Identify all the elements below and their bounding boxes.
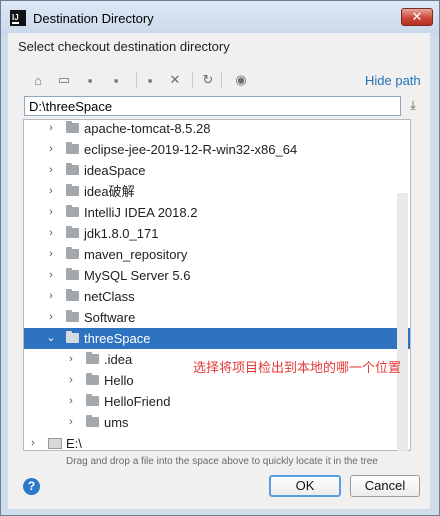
toolbar-separator: [136, 72, 137, 88]
tree-item-label: .idea: [104, 352, 133, 367]
module-icon[interactable]: ▪: [108, 72, 124, 88]
folder-icon: [86, 394, 99, 406]
tree-item-label: ums: [104, 415, 129, 430]
folder-icon: [86, 373, 99, 385]
dialog-title: Destination Directory: [33, 11, 154, 26]
folder-icon: [66, 163, 79, 175]
tree-item-label: Hello: [104, 373, 134, 388]
folder-icon: [66, 331, 79, 343]
new-folder-icon[interactable]: ▪: [142, 72, 158, 88]
toolbar-separator: [221, 72, 222, 88]
folder-icon: [66, 247, 79, 259]
tree-folder-item[interactable]: ⌄ threeSpace: [24, 328, 410, 349]
instruction-text: Select checkout destination directory: [18, 39, 230, 54]
tree-drive-item[interactable]: › E:\: [24, 433, 410, 451]
project-icon[interactable]: ▪: [82, 72, 98, 88]
tree-item-label: MySQL Server 5.6: [84, 268, 191, 283]
folder-icon: [66, 184, 79, 196]
help-button[interactable]: ?: [23, 478, 40, 495]
drive-icon: [48, 438, 62, 449]
tree-item-label: apache-tomcat-8.5.28: [84, 121, 211, 136]
chevron-right-icon[interactable]: ›: [46, 160, 56, 181]
folder-icon: [66, 226, 79, 238]
tree-item-label: IntelliJ IDEA 2018.2: [84, 205, 198, 220]
chevron-right-icon[interactable]: ›: [66, 349, 76, 370]
tree-folder-item[interactable]: › netClass: [24, 286, 410, 307]
chevron-right-icon[interactable]: ›: [46, 286, 56, 307]
tree-folder-item[interactable]: › maven_repository: [24, 244, 410, 265]
chevron-right-icon[interactable]: ›: [66, 391, 76, 412]
folder-icon: [66, 142, 79, 154]
chevron-right-icon[interactable]: ›: [46, 202, 56, 223]
tree-folder-item[interactable]: › idea破解: [24, 181, 410, 202]
tree-item-label: Software: [84, 310, 136, 325]
hide-path-link[interactable]: Hide path: [365, 73, 421, 88]
ok-button[interactable]: OK: [269, 475, 341, 497]
tree-folder-item[interactable]: › IntelliJ IDEA 2018.2: [24, 202, 410, 223]
tree-folder-item[interactable]: › jdk1.8.0_171: [24, 223, 410, 244]
refresh-icon[interactable]: ↻: [200, 72, 216, 88]
tree-folder-item[interactable]: › apache-tomcat-8.5.28: [24, 120, 410, 139]
chevron-right-icon[interactable]: ›: [46, 223, 56, 244]
chevron-right-icon[interactable]: ›: [66, 370, 76, 391]
delete-icon[interactable]: ✕: [167, 72, 183, 88]
intellij-icon: IJ: [10, 10, 26, 26]
download-icon[interactable]: ⤓: [406, 98, 420, 114]
tree-folder-item[interactable]: › eclipse-jee-2019-12-R-win32-x86_64: [24, 139, 410, 160]
tree-scrollbar[interactable]: [397, 193, 408, 451]
title-bar[interactable]: IJ Destination Directory ✕: [1, 1, 439, 35]
tree-item-label: eclipse-jee-2019-12-R-win32-x86_64: [84, 142, 298, 157]
close-button[interactable]: ✕: [401, 8, 433, 26]
tree-folder-item[interactable]: › ideaSpace: [24, 160, 410, 181]
chevron-right-icon[interactable]: ›: [46, 307, 56, 328]
drag-drop-hint: Drag and drop a file into the space abov…: [66, 456, 378, 467]
tree-item-label: ideaSpace: [84, 163, 146, 178]
tree-item-label: jdk1.8.0_171: [84, 226, 159, 241]
tree-folder-item[interactable]: › HelloFriend: [24, 391, 410, 412]
tree-item-label: E:\: [66, 436, 82, 451]
chevron-down-icon[interactable]: ⌄: [46, 328, 56, 349]
tree-folder-item[interactable]: › ums: [24, 412, 410, 433]
tree-folder-item[interactable]: › MySQL Server 5.6: [24, 265, 410, 286]
folder-icon: [66, 205, 79, 217]
home-icon[interactable]: ⌂: [30, 72, 46, 88]
folder-icon: [66, 121, 79, 133]
folder-icon: [66, 268, 79, 280]
show-hidden-icon[interactable]: ◉: [233, 72, 249, 88]
cancel-button[interactable]: Cancel: [350, 475, 420, 497]
path-input[interactable]: [24, 96, 401, 116]
tree-item-label: HelloFriend: [104, 394, 171, 409]
folder-icon: [66, 289, 79, 301]
folder-icon: [86, 352, 99, 364]
directory-tree[interactable]: › apache-tomcat-8.5.28 › eclipse-jee-2019-1…: [23, 119, 411, 451]
chevron-right-icon[interactable]: ›: [46, 181, 56, 202]
tree-item-label: threeSpace: [84, 331, 151, 346]
folder-icon: [66, 310, 79, 322]
folder-icon: [86, 415, 99, 427]
chevron-right-icon[interactable]: ›: [46, 120, 56, 139]
tree-folder-item[interactable]: › Software: [24, 307, 410, 328]
tree-item-label: netClass: [84, 289, 135, 304]
desktop-icon[interactable]: ▭: [56, 72, 72, 88]
chevron-right-icon[interactable]: ›: [46, 139, 56, 160]
chevron-right-icon[interactable]: ›: [28, 433, 38, 450]
chevron-right-icon[interactable]: ›: [46, 265, 56, 286]
annotation-text: 选择将项目检出到本地的哪一个位置: [193, 360, 402, 375]
chevron-right-icon[interactable]: ›: [46, 244, 56, 265]
tree-item-label: maven_repository: [84, 247, 188, 262]
chevron-right-icon[interactable]: ›: [66, 412, 76, 433]
tree-item-label: idea破解: [84, 184, 135, 199]
toolbar-separator: [192, 72, 193, 88]
